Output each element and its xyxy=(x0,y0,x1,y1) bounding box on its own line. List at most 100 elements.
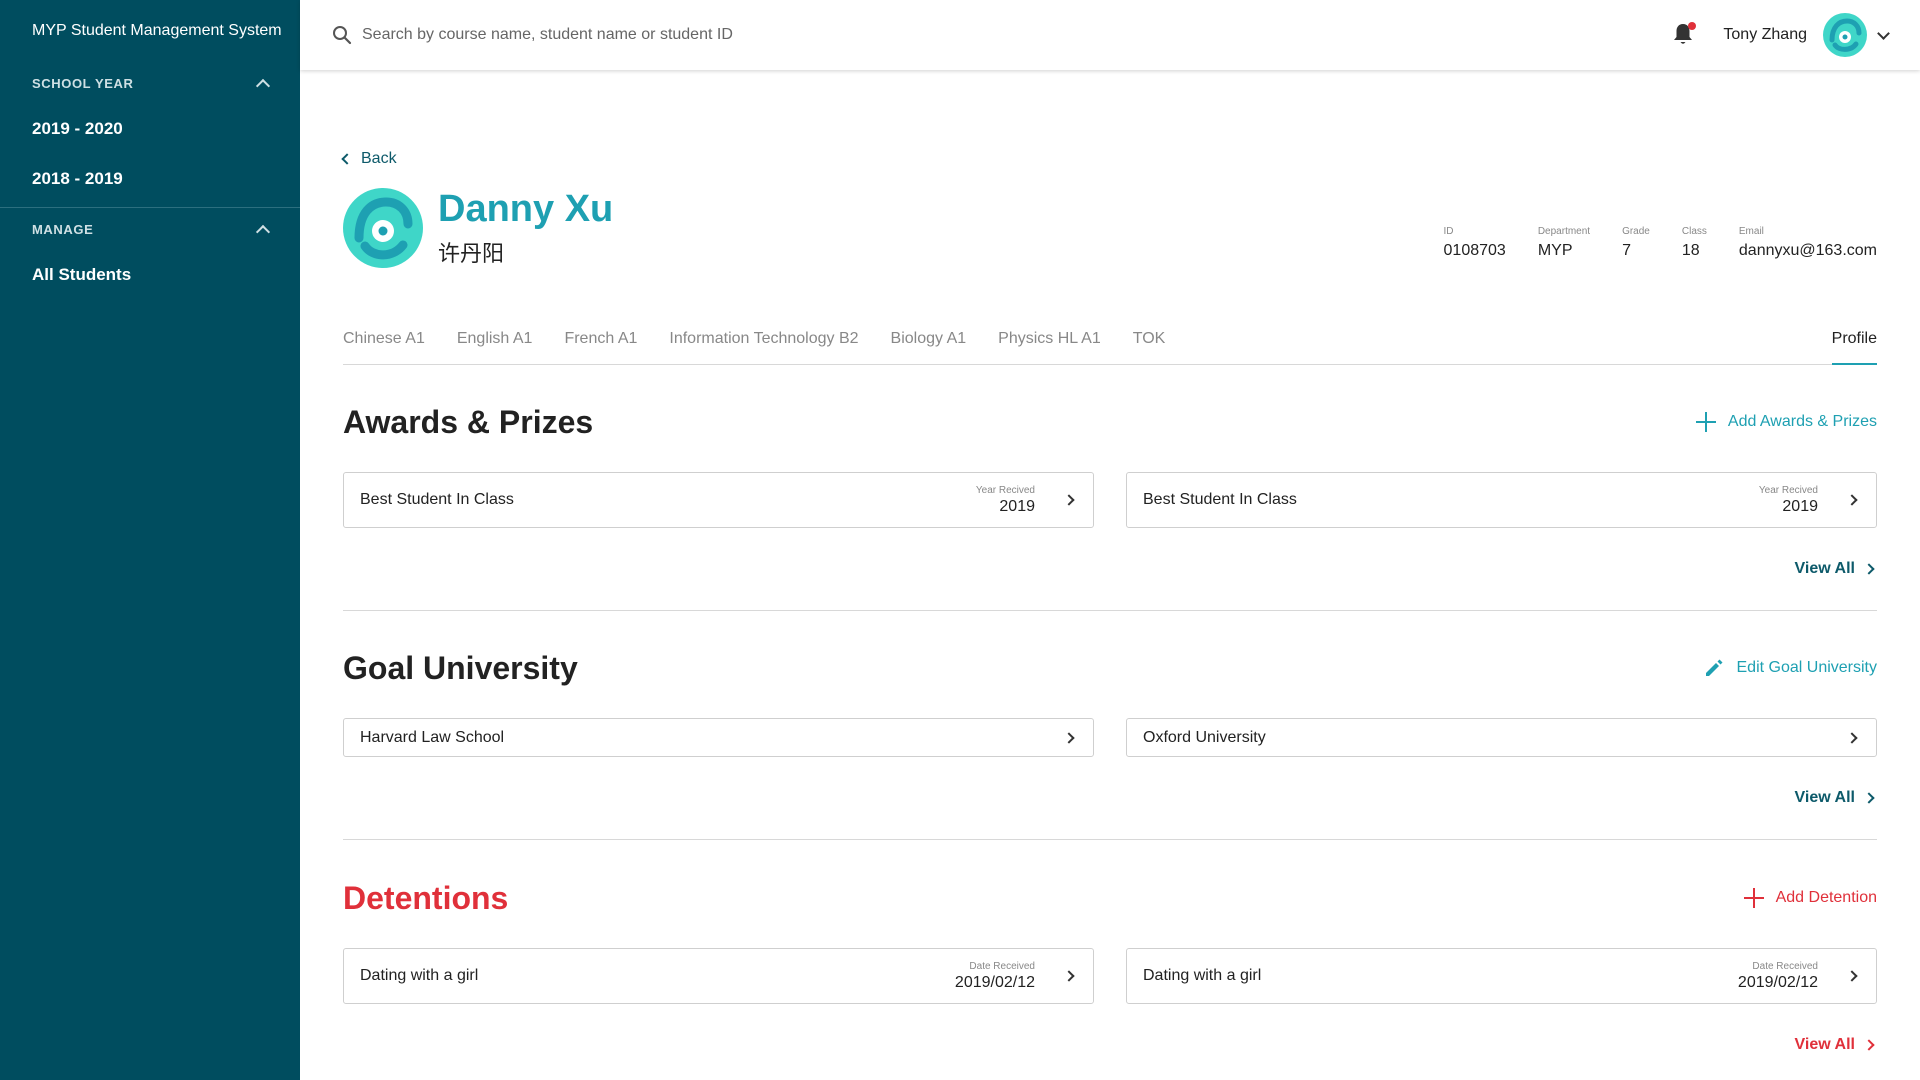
tab-information-technology-b2[interactable]: Information Technology B2 xyxy=(669,315,858,365)
detentions-view-all-link[interactable]: View All xyxy=(343,1036,1877,1054)
goal-university-list: Harvard Law School Oxford University xyxy=(343,718,1877,757)
chevron-right-icon xyxy=(1846,731,1858,744)
sidebar-item-label: 2019 - 2020 xyxy=(32,119,123,138)
meta-value: 2019/02/12 xyxy=(954,973,1035,991)
info-value: dannyxu@163.com xyxy=(1738,242,1877,259)
info-value: 0108703 xyxy=(1443,242,1506,259)
university-card[interactable]: Harvard Law School xyxy=(343,718,1094,757)
section-header: Detentions Add Detention xyxy=(343,878,1877,918)
sidebar-group-school-year[interactable]: SCHOOL YEAR xyxy=(0,62,300,104)
back-link[interactable]: Back xyxy=(341,150,397,168)
sidebar-item-2018-2019[interactable]: 2018 - 2019 xyxy=(0,154,300,204)
university-name: Harvard Law School xyxy=(360,728,505,746)
student-name: Danny Xu xyxy=(438,188,614,230)
info-label: Grade xyxy=(1622,226,1650,237)
chevron-right-icon xyxy=(1063,970,1075,982)
meta-value: 2019 xyxy=(1782,497,1818,515)
view-all-label: View All xyxy=(1794,560,1855,577)
add-awards-button[interactable]: Add Awards & Prizes xyxy=(1695,412,1877,432)
edit-goal-university-button[interactable]: Edit Goal University xyxy=(1703,657,1877,679)
avatar xyxy=(343,188,423,268)
tab-chinese-a1[interactable]: Chinese A1 xyxy=(343,315,425,365)
detention-date: Date Received 2019/02/12 xyxy=(1738,961,1818,992)
user-name[interactable]: Tony Zhang xyxy=(1723,26,1807,44)
tab-profile[interactable]: Profile xyxy=(1831,315,1877,365)
course-tabs: Chinese A1 English A1 French A1 Informat… xyxy=(343,315,1877,365)
goal-view-all-link[interactable]: View All xyxy=(343,789,1877,807)
chevron-up-icon xyxy=(255,78,271,94)
chevron-left-icon xyxy=(341,153,353,165)
section-title: Awards & Prizes xyxy=(343,403,594,440)
section-header: Goal University Edit Goal University xyxy=(343,648,1877,688)
sidebar-group-label: SCHOOL YEAR xyxy=(32,75,134,91)
info-value: 18 xyxy=(1681,242,1700,259)
detention-card[interactable]: Dating with a girl Date Received 2019/02… xyxy=(343,948,1094,1004)
search-input[interactable] xyxy=(362,26,962,44)
info-department: Department MYP xyxy=(1538,226,1590,260)
search-bar xyxy=(332,25,1671,45)
goal-university-section: Goal University Edit Goal University Har… xyxy=(343,648,1877,840)
plus-icon xyxy=(1743,888,1764,908)
award-card[interactable]: Best Student In Class Year Recived 2019 xyxy=(343,472,1094,528)
awards-view-all-link[interactable]: View All xyxy=(343,560,1877,578)
student-name-chinese: 许丹阳 xyxy=(438,242,505,267)
meta-value: 2019/02/12 xyxy=(1737,973,1818,991)
chevron-right-icon xyxy=(1846,970,1858,982)
add-detention-button[interactable]: Add Detention xyxy=(1743,888,1877,908)
meta-label: Date Received xyxy=(969,960,1035,972)
section-header: Awards & Prizes Add Awards & Prizes xyxy=(343,402,1877,442)
award-card[interactable]: Best Student In Class Year Recived 2019 xyxy=(1126,472,1877,528)
search-icon xyxy=(333,26,352,45)
app-title: MYP Student Management System xyxy=(32,22,282,39)
tab-french-a1[interactable]: French A1 xyxy=(564,315,637,365)
sidebar-item-2019-2020[interactable]: 2019 - 2020 xyxy=(0,104,300,154)
section-title: Goal University xyxy=(343,649,578,686)
view-all-label: View All xyxy=(1794,789,1855,806)
action-label: Add Detention xyxy=(1775,889,1877,906)
avatar[interactable] xyxy=(1823,13,1867,57)
chevron-right-icon xyxy=(1863,792,1875,804)
award-name: Best Student In Class xyxy=(1143,491,1297,508)
sidebar-item-label: 2018 - 2019 xyxy=(32,169,123,188)
university-card[interactable]: Oxford University xyxy=(1126,718,1877,757)
meta-value: 2019 xyxy=(999,497,1035,515)
top-bar: Tony Zhang xyxy=(300,0,1920,70)
plus-icon xyxy=(1695,412,1716,432)
chevron-right-icon xyxy=(1063,731,1075,744)
section-title: Detentions xyxy=(343,879,509,916)
chevron-down-icon[interactable] xyxy=(1877,26,1890,40)
info-label: Email xyxy=(1738,226,1764,237)
pencil-icon xyxy=(1705,659,1722,676)
sidebar-group-manage[interactable]: MANAGE xyxy=(0,208,300,250)
awards-list: Best Student In Class Year Recived 2019 … xyxy=(343,472,1877,528)
detentions-list: Dating with a girl Date Received 2019/02… xyxy=(343,948,1877,1004)
meta-label: Year Recived xyxy=(1758,484,1818,496)
info-value: 7 xyxy=(1622,242,1631,259)
chevron-right-icon xyxy=(1063,494,1075,506)
tab-english-a1[interactable]: English A1 xyxy=(457,315,533,365)
info-email: Email dannyxu@163.com xyxy=(1739,226,1877,260)
chevron-right-icon xyxy=(1846,494,1858,506)
tab-biology-a1[interactable]: Biology A1 xyxy=(891,315,967,365)
tab-spacer xyxy=(1197,315,1831,364)
section-divider xyxy=(343,839,1877,840)
section-divider xyxy=(343,610,1877,611)
sidebar-item-all-students[interactable]: All Students xyxy=(0,250,300,300)
info-label: ID xyxy=(1443,226,1454,237)
chevron-right-icon xyxy=(1863,1039,1875,1051)
detention-reason: Dating with a girl xyxy=(360,967,479,984)
detention-date: Date Received 2019/02/12 xyxy=(955,961,1035,992)
sidebar-group-label: MANAGE xyxy=(32,221,94,237)
info-class: Class 18 xyxy=(1682,226,1707,260)
notifications-button[interactable] xyxy=(1671,21,1697,49)
sidebar: MYP Student Management System SCHOOL YEA… xyxy=(0,0,300,1080)
detention-card[interactable]: Dating with a girl Date Received 2019/02… xyxy=(1126,948,1877,1004)
tab-physics-hl-a1[interactable]: Physics HL A1 xyxy=(998,315,1101,365)
back-label: Back xyxy=(361,150,397,167)
info-label: Class xyxy=(1681,226,1707,237)
award-year: Year Recived 2019 xyxy=(976,485,1035,516)
action-label: Add Awards & Prizes xyxy=(1727,413,1877,430)
chevron-up-icon xyxy=(255,224,271,240)
tab-tok[interactable]: TOK xyxy=(1133,315,1166,365)
meta-label: Year Recived xyxy=(975,484,1035,496)
